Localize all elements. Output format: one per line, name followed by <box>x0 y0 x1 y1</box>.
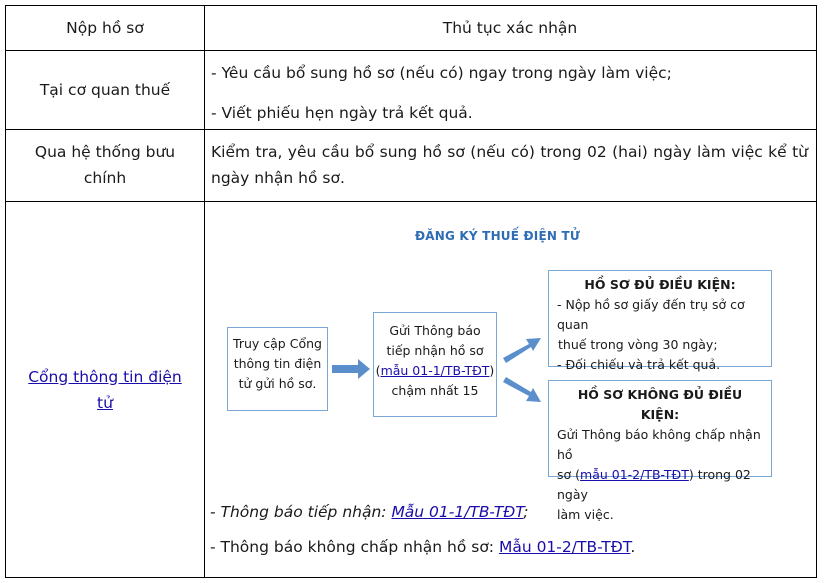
tax-office-steps: - Yêu cầu bổ sung hồ sơ (nếu có) ngay tr… <box>211 60 808 126</box>
eligible-box: HỒ SƠ ĐỦ ĐIỀU KIỆN: - Nộp hồ sơ giấy đến… <box>548 270 772 372</box>
note-text: ; <box>523 503 529 521</box>
method-postal: Qua hệ thống bưu chính <box>6 129 204 201</box>
box-line: thông tin điện <box>233 356 322 371</box>
header-confirmation: Thủ tục xác nhận <box>442 19 578 37</box>
step-access-portal: Truy cập Cổng thông tin điện tử gửi hồ s… <box>227 327 328 411</box>
method-tax-office: Tại cơ quan thuế <box>39 80 171 99</box>
note-form-01-2-link[interactable]: Mẫu 01-2/TB-TĐT <box>499 538 630 556</box>
method-postal-line: chính <box>83 169 127 187</box>
box-line: (mẫu 01-1/TB-TĐT) <box>375 363 495 378</box>
eligible-title: HỒ SƠ ĐỦ ĐIỀU KIỆN: <box>584 277 736 292</box>
box-line: - Đối chiếu và trả kết quả. <box>557 357 721 372</box>
note-text: . <box>630 538 636 556</box>
note-text: - Thông báo không chấp nhận hồ sơ: <box>210 538 499 556</box>
arrow-down-right-icon <box>501 374 543 406</box>
box-line: thuế trong vòng 30 ngày; <box>558 337 718 352</box>
box-line: làm việc. <box>557 507 614 522</box>
box-line: - Nộp hồ sơ giấy đến trụ sở cơ quan <box>557 297 745 332</box>
method-postal-line: Qua hệ thống bưu <box>34 143 176 161</box>
step-line: - Yêu cầu bổ sung hồ sơ (nếu có) ngay tr… <box>211 64 672 82</box>
note-text: - Thông báo tiếp nhận: <box>210 503 392 521</box>
ineligible-box: HỒ SƠ KHÔNG ĐỦ ĐIỀU KIỆN: Gửi Thông báo … <box>548 380 772 522</box>
header-submission: Nộp hồ sơ <box>66 19 144 37</box>
portal-link[interactable]: Cổng thông tin điện tử <box>18 364 192 416</box>
form-01-2-link[interactable]: mẫu 01-2/TB-TĐT <box>580 467 689 482</box>
box-line: sơ (mẫu 01-2/TB-TĐT) trong 02 ngày <box>557 467 751 502</box>
diagram-title: ĐĂNG KÝ THUẾ ĐIỆN TỬ <box>415 229 581 243</box>
box-line: Truy cập Cổng <box>233 336 322 351</box>
step-line: - Viết phiếu hẹn ngày trả kết quả. <box>211 104 473 122</box>
note-receipt: - Thông báo tiếp nhận: Mẫu 01-1/TB-TĐT; <box>210 499 529 525</box>
box-line: chậm nhất 15 <box>391 383 479 398</box>
method-portal: Cổng thông tin điện tử <box>6 201 204 578</box>
box-line: tử gửi hồ sơ. <box>238 376 317 391</box>
column-divider <box>204 6 205 577</box>
note-form-01-1-link[interactable]: Mẫu 01-1/TB-TĐT <box>391 503 523 521</box>
box-line: tiếp nhận hồ sơ <box>386 343 484 358</box>
step-send-receipt: Gửi Thông báo tiếp nhận hồ sơ (mẫu 01-1/… <box>373 312 497 417</box>
arrow-right-icon <box>332 359 370 379</box>
box-line: Gửi Thông báo <box>389 323 481 338</box>
box-line: Gửi Thông báo không chấp nhận hồ <box>557 427 761 462</box>
arrow-up-right-icon <box>501 334 543 366</box>
note-rejection: - Thông báo không chấp nhận hồ sơ: Mẫu 0… <box>210 534 635 560</box>
postal-steps: Kiểm tra, yêu cầu bổ sung hồ sơ (nếu có)… <box>211 143 808 187</box>
form-01-1-link[interactable]: mẫu 01-1/TB-TĐT <box>381 363 490 378</box>
ineligible-title: HỒ SƠ KHÔNG ĐỦ ĐIỀU KIỆN: <box>577 387 743 422</box>
